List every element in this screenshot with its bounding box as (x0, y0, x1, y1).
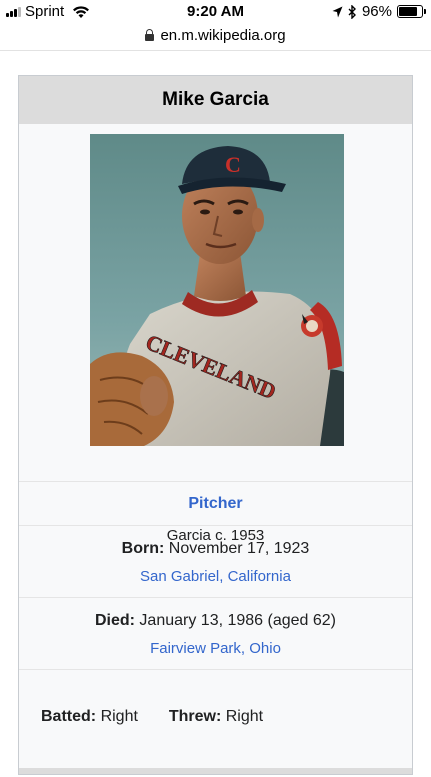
threw-value: Right (225, 708, 264, 725)
bats-throws-row: Batted: Right Threw: Right (19, 669, 412, 777)
infobox: Mike Garcia C CLEVELAND Garcia c. 1953 P… (18, 75, 413, 775)
battery-icon (397, 5, 426, 18)
divider (0, 50, 431, 51)
died-place-link[interactable]: Fairview Park, Ohio (150, 640, 281, 657)
status-bar: Sprint 9:20 AM 96% (0, 0, 431, 22)
cap-logo: C (225, 152, 241, 177)
born-place-line: San Gabriel, California (19, 568, 412, 585)
bats-throws-line: Batted: Right Threw: Right (41, 708, 263, 726)
died-line: Died: January 13, 1986 (aged 62) (19, 612, 412, 630)
died-row: Died: January 13, 1986 (aged 62) Fairvie… (19, 597, 412, 670)
born-date: November 17, 1923 (168, 540, 310, 557)
died-place-line: Fairview Park, Ohio (19, 640, 412, 657)
battery-fill (399, 7, 418, 16)
status-right: 96% (332, 3, 426, 20)
born-place-link[interactable]: San Gabriel, California (140, 568, 291, 585)
section-header-band (19, 768, 412, 774)
threw-label: Threw: (168, 708, 222, 725)
battery-percent: 96% (361, 3, 392, 20)
born-line: Born: November 17, 1923 (19, 540, 412, 558)
batted-label: Batted: (41, 708, 97, 725)
bluetooth-icon (348, 4, 356, 19)
url-text[interactable]: en.m.wikipedia.org (160, 27, 285, 44)
died-date: January 13, 1986 (aged 62) (139, 612, 337, 629)
died-label: Died: (94, 612, 135, 629)
born-label: Born: (121, 540, 165, 557)
born-row: Born: November 17, 1923 San Gabriel, Cal… (19, 525, 412, 598)
address-bar[interactable]: en.m.wikipedia.org (0, 22, 431, 48)
batted-value: Right (100, 708, 138, 725)
player-photo[interactable]: C CLEVELAND (90, 134, 344, 446)
location-arrow-icon (332, 6, 343, 17)
infobox-title: Mike Garcia (19, 76, 412, 124)
position-row: Pitcher (19, 481, 412, 526)
lock-icon (145, 29, 155, 41)
position-link[interactable]: Pitcher (188, 495, 242, 513)
